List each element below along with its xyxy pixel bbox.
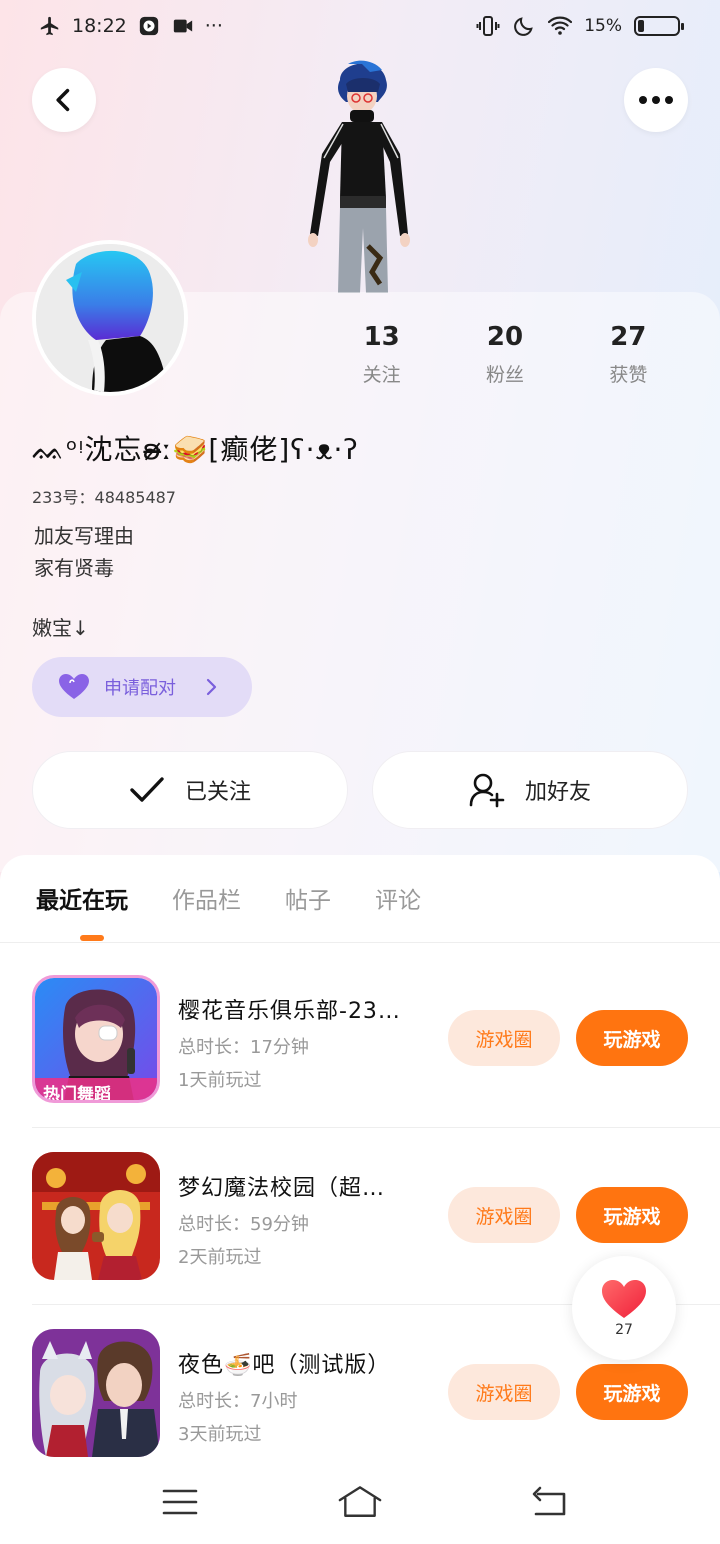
game-last-played: 1天前玩过: [178, 1070, 262, 1091]
game-item[interactable]: 热门舞蹈 樱花音乐俱乐部-23… 总时长：17分钟 1天前玩过 游戏圈 玩游戏: [32, 975, 688, 1105]
play-game-button[interactable]: 玩游戏: [576, 1187, 688, 1243]
stat-likes-label: 获赞: [609, 364, 648, 386]
profile-bio: 加友写理由 家有贤毒: [34, 520, 134, 584]
followed-button[interactable]: 已关注: [32, 751, 348, 829]
add-friend-button[interactable]: 加好友: [372, 751, 688, 829]
play-game-button[interactable]: 玩游戏: [576, 1364, 688, 1420]
followed-label: 已关注: [184, 780, 251, 805]
more-button[interactable]: [624, 68, 688, 132]
back-arrow-icon: [532, 1486, 566, 1516]
add-friend-label: 加好友: [524, 780, 591, 805]
game-duration: 总时长：7小时: [178, 1391, 298, 1412]
tab-posts[interactable]: 帖子: [285, 881, 331, 915]
stat-following-value: 13: [363, 322, 400, 352]
wifi-icon: [548, 14, 573, 38]
back-button[interactable]: [32, 68, 96, 132]
vibrate-icon: [476, 14, 500, 38]
game-thumbnail[interactable]: [32, 1329, 160, 1457]
profile-tag: 嫩宝↓: [32, 616, 89, 640]
stat-following-label: 关注: [362, 364, 401, 386]
more-dots-icon: [639, 96, 673, 104]
stat-following[interactable]: 13 关注: [320, 322, 443, 387]
game-thumbnail-image: [32, 1152, 160, 1280]
pair-request-button[interactable]: 申请配对: [32, 657, 252, 717]
stat-likes-value: 27: [610, 322, 647, 352]
game-item[interactable]: 梦幻魔法校园（超… 总时长：59分钟 2天前玩过 游戏圈 玩游戏: [32, 1152, 688, 1282]
moon-icon: [512, 14, 536, 38]
menu-icon: [162, 1489, 198, 1515]
game-thumbnail-image: [32, 1329, 160, 1457]
heart-icon: [602, 1280, 646, 1318]
game-circle-button[interactable]: 游戏圈: [448, 1364, 560, 1420]
thumb-badge-text: 热门舞蹈: [43, 1084, 111, 1103]
menu-button[interactable]: [158, 1482, 202, 1522]
profile-uid: 233号：48485487: [32, 488, 176, 507]
like-count: 27: [615, 1322, 633, 1338]
avatar[interactable]: [32, 240, 188, 396]
status-more: ···: [204, 15, 223, 37]
character-figure-image: [308, 60, 410, 293]
add-user-icon: [469, 773, 505, 808]
media-play-icon: [137, 14, 161, 38]
avatar-image: [36, 244, 184, 392]
airplane-icon: [38, 14, 62, 38]
stat-fans-value: 20: [486, 322, 524, 352]
game-duration: 总时长：59分钟: [178, 1214, 309, 1235]
play-game-button[interactable]: 玩游戏: [576, 1010, 688, 1066]
tab-comments[interactable]: 评论: [375, 881, 421, 915]
chevron-right-icon: [206, 678, 217, 696]
game-title: 樱花音乐俱乐部-23…: [178, 999, 401, 1024]
game-thumbnail[interactable]: [32, 1152, 160, 1280]
game-last-played: 2天前玩过: [178, 1247, 262, 1268]
home-icon: [338, 1486, 382, 1517]
game-item[interactable]: 夜色🍜吧（测试版） 总时长：7小时 3天前玩过 游戏圈 玩游戏: [32, 1329, 688, 1459]
tab-recently-played[interactable]: 最近在玩: [36, 881, 128, 915]
pair-request-label: 申请配对: [104, 678, 176, 699]
stat-likes[interactable]: 27 获赞: [567, 322, 690, 387]
chevron-left-icon: [56, 88, 70, 112]
game-title: 梦幻魔法校园（超…: [178, 1176, 386, 1201]
like-button[interactable]: 27: [572, 1256, 676, 1360]
status-bar: 18:22 ··· 15%: [0, 0, 720, 56]
battery-icon: [634, 16, 684, 36]
tabs-divider: [0, 942, 720, 943]
game-circle-button[interactable]: 游戏圈: [448, 1010, 560, 1066]
stat-fans-label: 粉丝: [485, 364, 524, 386]
heart-icon: [59, 674, 89, 699]
bio-line: 家有贤毒: [34, 556, 114, 580]
game-last-played: 3天前玩过: [178, 1424, 262, 1445]
stat-fans[interactable]: 20 粉丝: [443, 322, 566, 387]
game-thumbnail-image: 热门舞蹈: [35, 978, 157, 1103]
home-button[interactable]: [338, 1482, 382, 1522]
back-nav-button[interactable]: [526, 1482, 570, 1522]
content-panel: 最近在玩 作品栏 帖子 评论 热门舞蹈 樱花音乐俱乐部-23… 总时长：17分钟…: [0, 855, 720, 1544]
video-icon: [171, 14, 195, 38]
tab-active-indicator: [80, 935, 104, 941]
profile-nickname: ᨐᵒᵎ沈忘ʚ̴̶̷̷ː🥪[癫佬]ʕ·ᴥ·ʔ: [32, 433, 359, 466]
game-circle-button[interactable]: 游戏圈: [448, 1187, 560, 1243]
game-thumbnail[interactable]: 热门舞蹈: [32, 975, 160, 1103]
tab-works[interactable]: 作品栏: [172, 881, 241, 915]
battery-percent: 15%: [584, 16, 622, 36]
status-time: 18:22: [72, 15, 127, 37]
check-icon: [130, 777, 164, 802]
game-duration: 总时长：17分钟: [178, 1037, 309, 1058]
profile-stats: 13 关注 20 粉丝 27 获赞: [320, 322, 690, 387]
system-nav-bar: [0, 1464, 720, 1544]
row-divider: [32, 1127, 720, 1128]
game-title: 夜色🍜吧（测试版）: [178, 1353, 391, 1378]
bio-line: 加友写理由: [34, 524, 134, 548]
profile-tabs: 最近在玩 作品栏 帖子 评论: [36, 881, 421, 915]
